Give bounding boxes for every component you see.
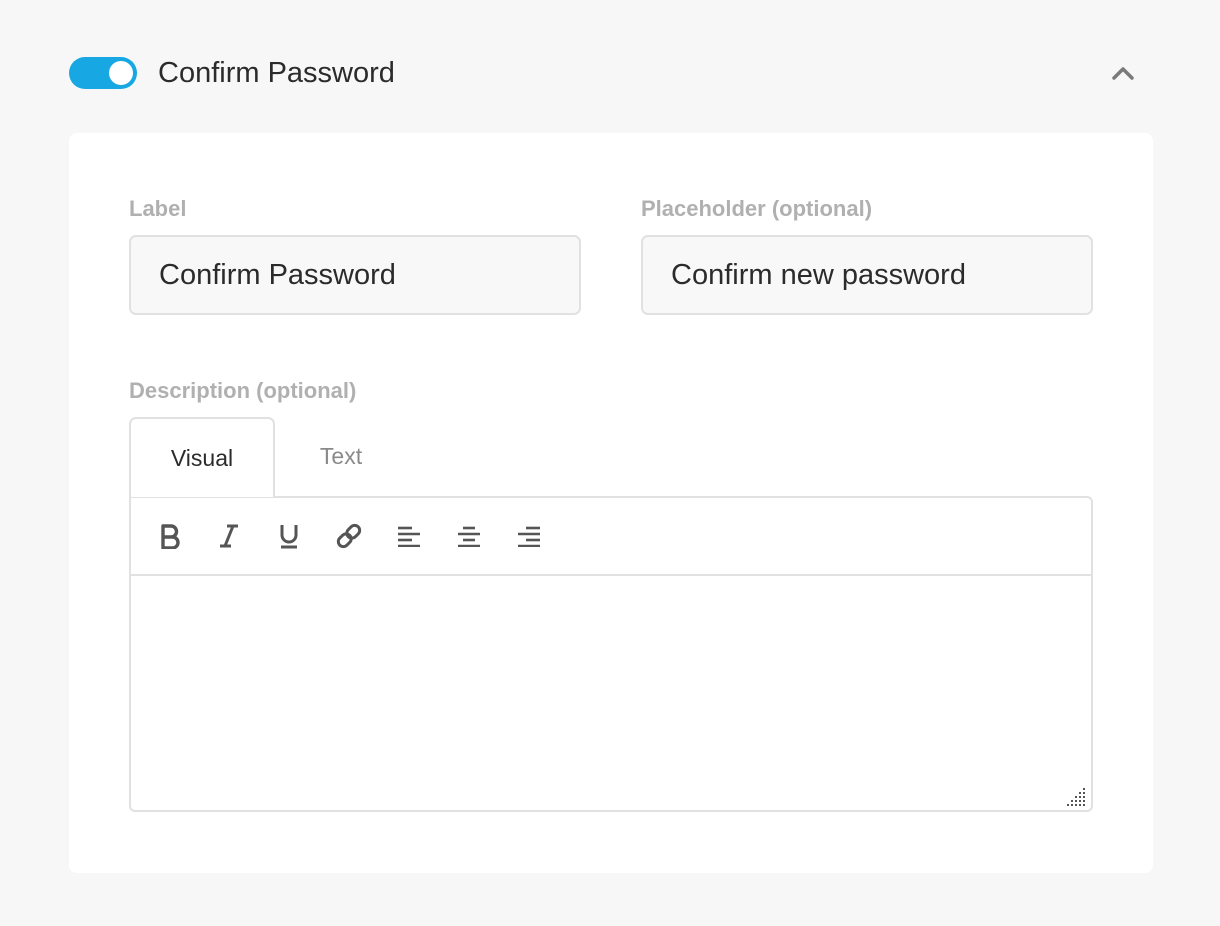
bold-button[interactable] bbox=[151, 517, 189, 555]
italic-icon bbox=[220, 524, 238, 548]
toggle-knob bbox=[109, 61, 133, 85]
link-button[interactable] bbox=[330, 517, 368, 555]
placeholder-input[interactable] bbox=[641, 235, 1093, 315]
section-header: Confirm Password bbox=[69, 50, 1153, 96]
align-left-icon bbox=[398, 526, 420, 547]
tab-visual[interactable]: Visual bbox=[129, 417, 275, 497]
align-right-button[interactable] bbox=[510, 517, 548, 555]
label-input[interactable] bbox=[129, 235, 581, 315]
align-center-button[interactable] bbox=[450, 517, 488, 555]
settings-card: Label Placeholder (optional) Description… bbox=[69, 133, 1153, 873]
label-field-label: Label bbox=[129, 196, 187, 221]
resize-grip-icon bbox=[1067, 788, 1085, 806]
chevron-up-icon bbox=[1112, 67, 1134, 80]
resize-handle[interactable] bbox=[1067, 786, 1087, 806]
placeholder-field-label: Placeholder (optional) bbox=[641, 196, 873, 221]
tab-text[interactable]: Text bbox=[275, 417, 407, 497]
enable-toggle[interactable] bbox=[69, 57, 137, 89]
align-center-icon bbox=[458, 526, 480, 547]
align-right-icon bbox=[518, 526, 540, 547]
italic-button[interactable] bbox=[210, 517, 248, 555]
align-left-button[interactable] bbox=[390, 517, 428, 555]
link-icon bbox=[336, 523, 362, 549]
editor-content-area[interactable] bbox=[131, 576, 1091, 810]
collapse-button[interactable] bbox=[1107, 58, 1139, 88]
bold-icon bbox=[161, 524, 180, 549]
underline-button[interactable] bbox=[270, 517, 308, 555]
description-editor bbox=[129, 496, 1093, 812]
section-title: Confirm Password bbox=[158, 57, 395, 89]
editor-toolbar bbox=[131, 498, 1091, 576]
description-field-label: Description (optional) bbox=[129, 378, 357, 403]
underline-icon bbox=[280, 525, 298, 549]
